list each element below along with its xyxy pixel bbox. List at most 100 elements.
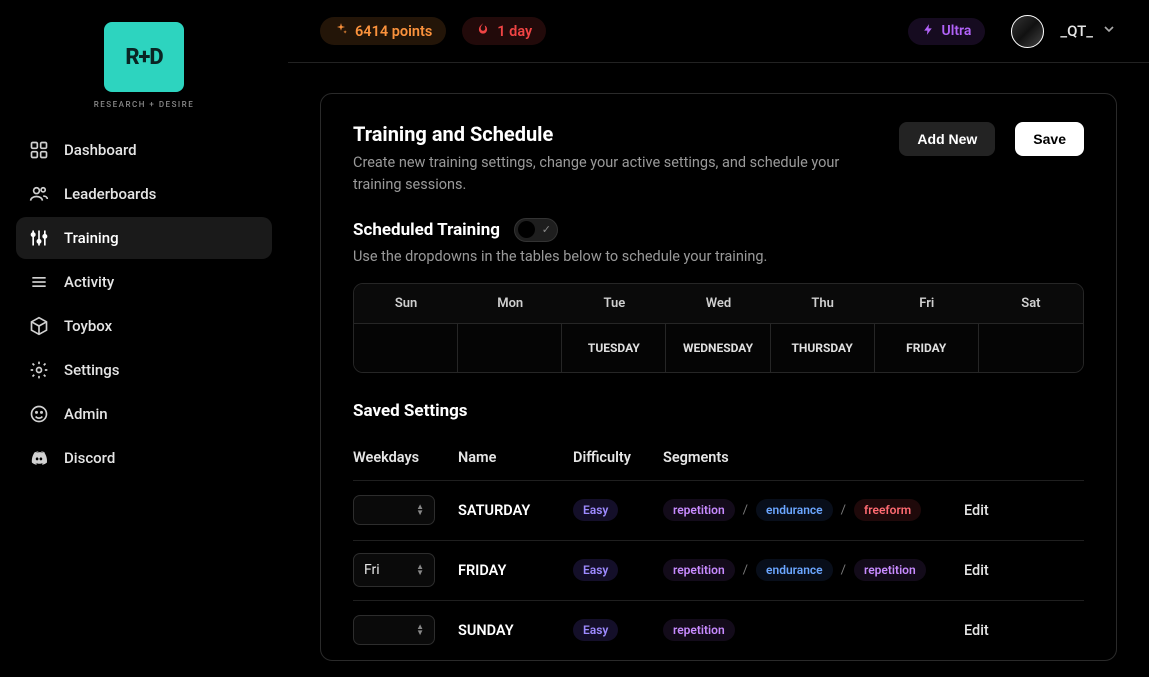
day-head-wed: Wed (666, 284, 770, 323)
grid-icon (28, 139, 50, 161)
sparkle-icon (334, 22, 348, 40)
day-head-tue: Tue (562, 284, 666, 323)
edit-link[interactable]: Edit (964, 502, 1024, 519)
day-cell-sun[interactable] (354, 324, 458, 372)
streak-value: 1 day (497, 23, 532, 40)
main-area: 6414 points 1 day Ultra _QT_ Training an… (288, 0, 1149, 677)
col-difficulty: Difficulty (573, 449, 663, 466)
sidebar-item-discord[interactable]: Discord (16, 437, 272, 479)
segment-tag: endurance (756, 499, 833, 521)
sidebar-item-label: Settings (64, 361, 120, 379)
segment-tag: repetition (663, 559, 735, 581)
ultra-label: Ultra (942, 23, 972, 39)
edit-link[interactable]: Edit (964, 622, 1024, 639)
segments-list: repetition / endurance / freeform (663, 499, 964, 521)
segment-separator: / (841, 563, 846, 578)
week-head-row: Sun Mon Tue Wed Thu Fri Sat (354, 284, 1083, 324)
segment-tag: repetition (663, 619, 735, 641)
brand-logo[interactable]: RESEARCH + DESIRE (16, 22, 272, 109)
streak-pill[interactable]: 1 day (462, 17, 546, 45)
sidebar-item-label: Dashboard (64, 141, 137, 159)
day-cell-sat[interactable] (979, 324, 1083, 372)
segment-tag: repetition (663, 499, 735, 521)
difficulty-tag: Easy (573, 499, 618, 521)
weekday-select[interactable]: ▲▼ (353, 615, 435, 645)
difficulty-tag: Easy (573, 619, 618, 641)
sidebar-item-toybox[interactable]: Toybox (16, 305, 272, 347)
segments-list: repetition / endurance / repetition (663, 559, 964, 581)
smile-icon (28, 403, 50, 425)
day-head-fri: Fri (875, 284, 979, 323)
sidebar: RESEARCH + DESIRE Dashboard Leaderboards… (0, 0, 288, 677)
points-value: 6414 points (355, 23, 432, 40)
sliders-icon (28, 227, 50, 249)
sidebar-item-label: Toybox (64, 317, 112, 335)
chevron-down-icon (1101, 21, 1117, 41)
difficulty-tag: Easy (573, 559, 618, 581)
day-cell-wed[interactable]: WEDNESDAY (666, 324, 770, 372)
ultra-pill[interactable]: Ultra (908, 18, 986, 45)
saved-title: Saved Settings (353, 401, 1084, 421)
gear-icon (28, 359, 50, 381)
col-name: Name (458, 449, 573, 466)
main-nav: Dashboard Leaderboards Training Activity… (16, 129, 272, 479)
save-button[interactable]: Save (1015, 122, 1084, 156)
settings-row: ▲▼ SUNDAY Easy repetition Edit (353, 600, 1084, 660)
username: _QT_ (1060, 22, 1093, 40)
row-name: SUNDAY (458, 622, 573, 639)
lightning-icon (922, 23, 935, 40)
sidebar-item-label: Admin (64, 405, 108, 423)
fire-icon (476, 22, 490, 40)
day-cell-thu[interactable]: THURSDAY (771, 324, 875, 372)
day-cell-tue[interactable]: TUESDAY (562, 324, 666, 372)
settings-header-row: Weekdays Name Difficulty Segments (353, 439, 1084, 480)
week-body-row: TUESDAY WEDNESDAY THURSDAY FRIDAY (354, 324, 1083, 372)
segment-tag: endurance (756, 559, 833, 581)
settings-row: Fri ▲▼ FRIDAY Easy repetition / enduranc… (353, 540, 1084, 600)
day-head-sat: Sat (979, 284, 1083, 323)
add-new-button[interactable]: Add New (899, 122, 995, 156)
scheduled-section: Scheduled Training ✓ Use the dropdowns i… (321, 218, 1116, 373)
segments-list: repetition (663, 619, 964, 641)
user-menu[interactable]: _QT_ (1060, 21, 1117, 41)
points-pill[interactable]: 6414 points (320, 17, 446, 45)
scheduled-title: Scheduled Training (353, 220, 500, 240)
scheduled-toggle[interactable]: ✓ (514, 218, 558, 242)
content-scroll[interactable]: Training and Schedule Create new trainin… (288, 63, 1149, 677)
sidebar-item-admin[interactable]: Admin (16, 393, 272, 435)
sidebar-item-label: Activity (64, 273, 114, 291)
sidebar-item-activity[interactable]: Activity (16, 261, 272, 303)
sidebar-item-settings[interactable]: Settings (16, 349, 272, 391)
weekday-select[interactable]: ▲▼ (353, 495, 435, 525)
menu-icon (28, 271, 50, 293)
select-chevrons-icon: ▲▼ (416, 564, 424, 576)
select-chevrons-icon: ▲▼ (416, 504, 424, 516)
scheduled-desc: Use the dropdowns in the tables below to… (353, 248, 1084, 265)
panel-title: Training and Schedule (353, 122, 879, 146)
day-cell-fri[interactable]: FRIDAY (875, 324, 979, 372)
day-cell-mon[interactable] (458, 324, 562, 372)
weekday-value: Fri (364, 562, 380, 578)
row-name: FRIDAY (458, 562, 573, 579)
weekday-select[interactable]: Fri ▲▼ (353, 553, 435, 587)
col-segments: Segments (663, 449, 964, 466)
panel-description: Create new training settings, change you… (353, 152, 879, 196)
avatar[interactable] (1011, 15, 1044, 48)
sidebar-item-leaderboards[interactable]: Leaderboards (16, 173, 272, 215)
cube-icon (28, 315, 50, 337)
day-head-mon: Mon (458, 284, 562, 323)
edit-link[interactable]: Edit (964, 562, 1024, 579)
sidebar-item-label: Training (64, 229, 119, 247)
sidebar-item-training[interactable]: Training (16, 217, 272, 259)
check-icon: ✓ (542, 223, 551, 236)
settings-row: ▲▼ SATURDAY Easy repetition / endurance … (353, 480, 1084, 540)
segment-tag: repetition (854, 559, 926, 581)
sidebar-item-dashboard[interactable]: Dashboard (16, 129, 272, 171)
segment-tag: freeform (854, 499, 921, 521)
segment-separator: / (743, 563, 748, 578)
week-table: Sun Mon Tue Wed Thu Fri Sat TUESDAY WEDN… (353, 283, 1084, 373)
panel-header: Training and Schedule Create new trainin… (321, 94, 1116, 218)
segment-separator: / (743, 503, 748, 518)
col-weekdays: Weekdays (353, 449, 458, 466)
row-name: SATURDAY (458, 502, 573, 519)
